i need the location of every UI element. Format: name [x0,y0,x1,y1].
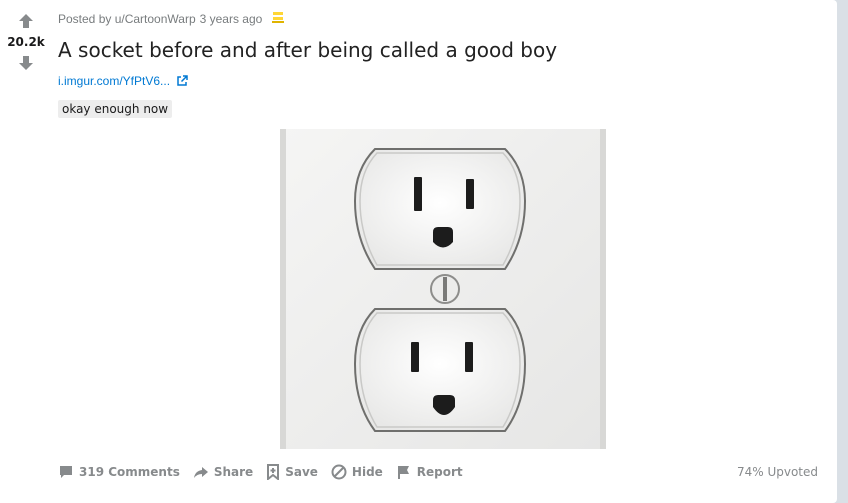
post-image[interactable] [280,129,606,449]
comments-label: 319 Comments [79,465,180,479]
share-label: Share [213,465,254,479]
save-button[interactable]: Save [266,464,318,480]
vote-column: 20.2k [0,0,52,503]
downvote-button[interactable] [15,52,37,74]
socket-image [280,129,606,449]
flag-icon [397,466,409,479]
external-link-icon [177,75,188,86]
arrow-up-icon [19,14,33,28]
post-meta: Posted by u/CartoonWarp 3 years ago [58,12,285,26]
post-card: 20.2k Posted by u/CartoonWarp 3 years ag… [0,0,837,503]
share-button[interactable]: Share [193,464,253,480]
comment-icon [60,466,72,478]
arrow-down-icon [19,56,33,70]
save-label: Save [285,465,318,479]
award-icon[interactable] [272,12,285,26]
post-actions: 319 Comments Share Save Hide Report [58,459,463,485]
share-icon [193,467,208,478]
post-link[interactable]: i.imgur.com/YfPtV6... [58,74,188,88]
report-button[interactable]: Report [396,464,463,480]
vote-score: 20.2k [7,35,45,49]
post-time[interactable]: 3 years ago [200,12,263,26]
upvote-button[interactable] [15,10,37,32]
hide-button[interactable]: Hide [331,464,383,480]
upvote-ratio: 74% Upvoted [736,465,818,479]
hide-label: Hide [351,465,383,479]
post-link-text[interactable]: i.imgur.com/YfPtV6... [58,74,170,88]
post-title[interactable]: A socket before and after being called a… [58,38,557,62]
posted-by[interactable]: Posted by u/CartoonWarp [58,12,196,26]
bookmark-icon [267,464,280,480]
post-flair[interactable]: okay enough now [58,100,173,118]
report-label: Report [416,465,463,479]
comments-button[interactable]: 319 Comments [58,464,180,480]
hide-icon [331,464,347,480]
